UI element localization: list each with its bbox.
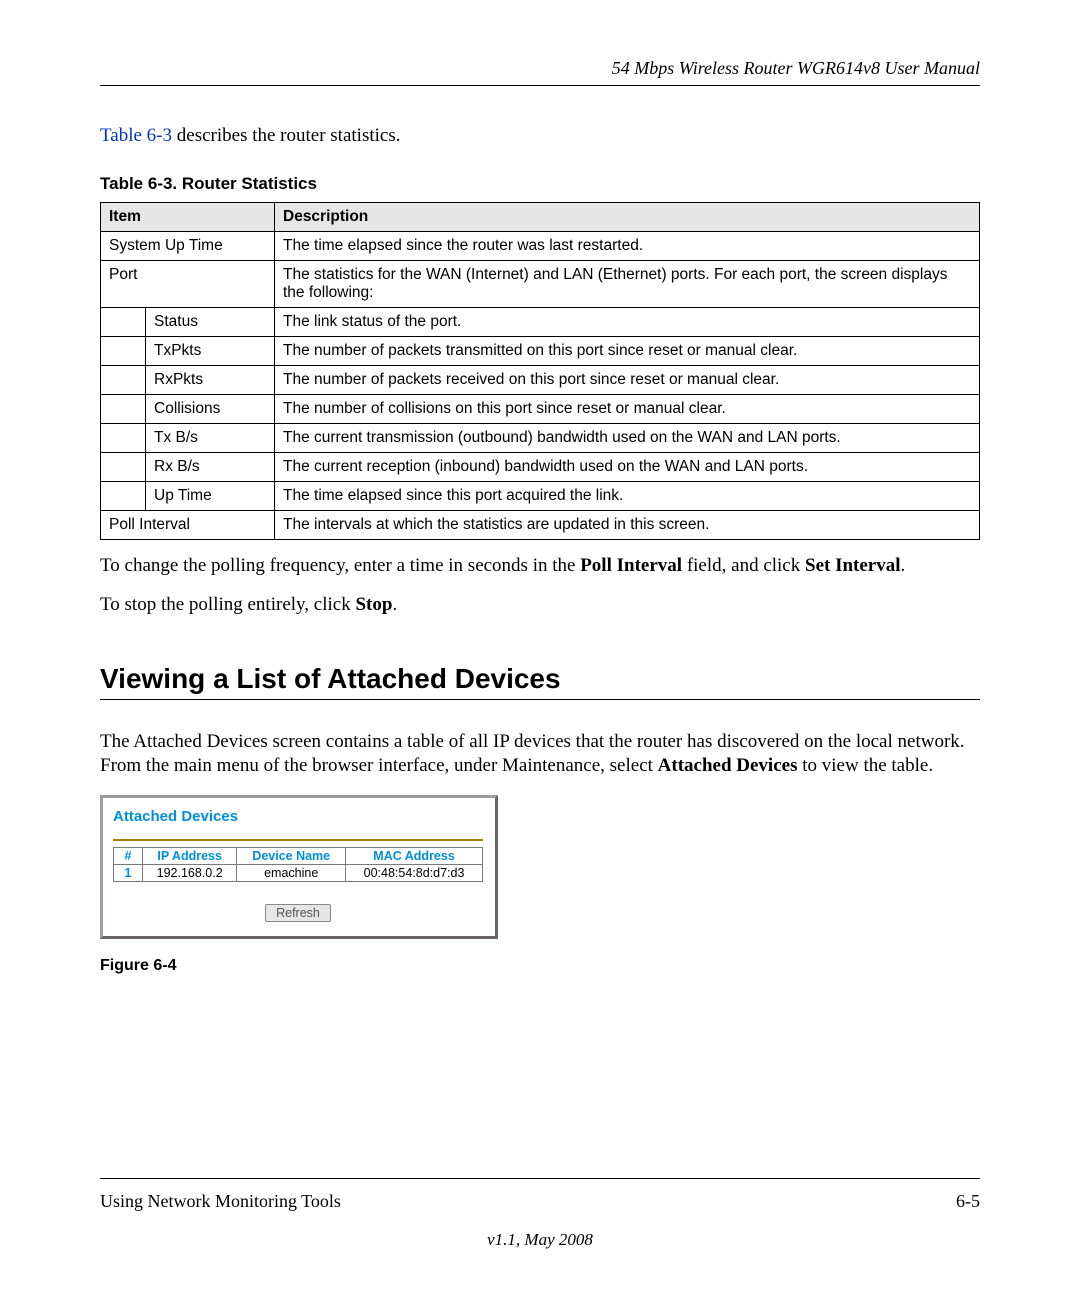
figure-title: Attached Devices [113, 808, 483, 825]
cell-ip: 192.168.0.2 [143, 864, 237, 881]
cell-item: Rx B/s [146, 453, 275, 482]
cell-desc: The time elapsed since this port acquire… [275, 482, 980, 511]
heading-rule [100, 699, 980, 700]
cell-item: Up Time [146, 482, 275, 511]
stop-instruction: To stop the polling entirely, click Stop… [100, 593, 980, 617]
table-reference-link[interactable]: Table 6-3 [100, 125, 172, 146]
cell-desc: The statistics for the WAN (Internet) an… [275, 261, 980, 308]
attached-devices-figure: Attached Devices # IP Address Device Nam… [100, 795, 498, 939]
cell-desc: The current transmission (outbound) band… [275, 424, 980, 453]
footer-version: v1.1, May 2008 [100, 1230, 980, 1250]
attached-devices-table: # IP Address Device Name MAC Address 1 1… [113, 847, 483, 882]
footer-page-number: 6-5 [956, 1191, 980, 1212]
cell-desc: The number of packets received on this p… [275, 366, 980, 395]
cell-desc: The link status of the port. [275, 308, 980, 337]
cell-item: Poll Interval [101, 511, 275, 540]
indent-cell [101, 482, 146, 511]
footer-chapter-title: Using Network Monitoring Tools [100, 1191, 341, 1212]
cell-item: Status [146, 308, 275, 337]
indent-cell [101, 337, 146, 366]
footer-rule [100, 1178, 980, 1179]
indent-cell [101, 395, 146, 424]
indent-cell [101, 366, 146, 395]
cell-item: Tx B/s [146, 424, 275, 453]
cell-num: 1 [114, 864, 143, 881]
document-header-title: 54 Mbps Wireless Router WGR614v8 User Ma… [100, 58, 980, 79]
cell-item: Port [101, 261, 275, 308]
table-caption: Table 6-3. Router Statistics [100, 174, 980, 194]
cell-desc: The intervals at which the statistics ar… [275, 511, 980, 540]
intro-paragraph: Table 6-3 describes the router statistic… [100, 124, 980, 148]
cell-device-name: emachine [237, 864, 346, 881]
indent-cell [101, 424, 146, 453]
cell-item: RxPkts [146, 366, 275, 395]
poll-interval-instruction: To change the polling frequency, enter a… [100, 554, 980, 578]
cell-item: TxPkts [146, 337, 275, 366]
cell-item: Collisions [146, 395, 275, 424]
col-header-item: Item [101, 203, 275, 232]
cell-desc: The number of packets transmitted on thi… [275, 337, 980, 366]
cell-item: System Up Time [101, 232, 275, 261]
figure-divider [113, 839, 483, 841]
indent-cell [101, 308, 146, 337]
indent-cell [101, 453, 146, 482]
refresh-button[interactable]: Refresh [265, 904, 331, 922]
header-rule [100, 85, 980, 86]
attached-devices-paragraph: The Attached Devices screen contains a t… [100, 730, 980, 779]
router-statistics-table: Item Description System Up Time The time… [100, 202, 980, 540]
cell-desc: The number of collisions on this port si… [275, 395, 980, 424]
col-header-mac: MAC Address [346, 847, 483, 864]
cell-mac: 00:48:54:8d:d7:d3 [346, 864, 483, 881]
col-header-ip: IP Address [143, 847, 237, 864]
col-header-device-name: Device Name [237, 847, 346, 864]
figure-caption: Figure 6-4 [100, 957, 980, 975]
cell-desc: The time elapsed since the router was la… [275, 232, 980, 261]
col-header-description: Description [275, 203, 980, 232]
cell-desc: The current reception (inbound) bandwidt… [275, 453, 980, 482]
col-header-num: # [114, 847, 143, 864]
section-heading: Viewing a List of Attached Devices [100, 663, 980, 695]
